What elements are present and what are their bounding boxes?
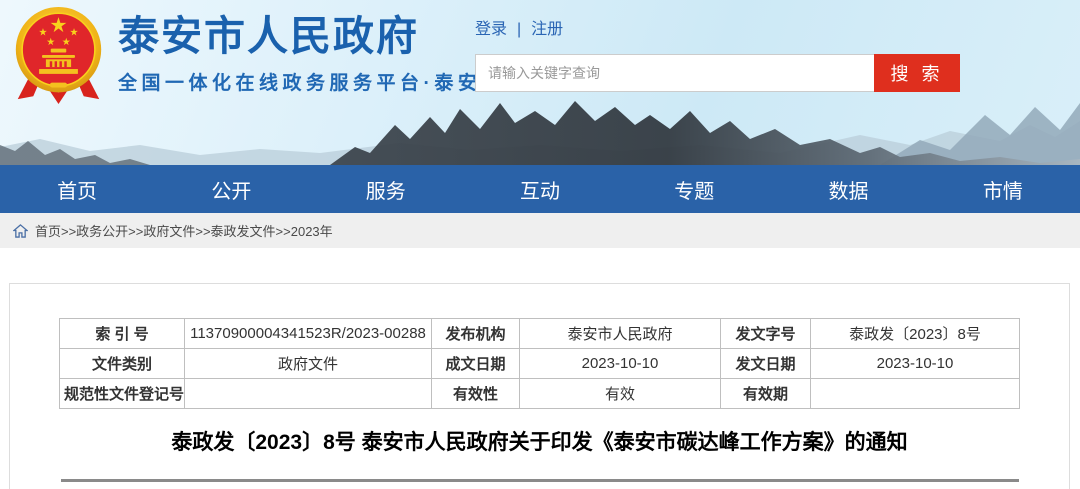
doc-info-label-registration-no: 规范性文件登记号 [60,379,185,409]
nav-item-open-gov[interactable]: 公开 [154,165,308,213]
nav-item-special-topics[interactable]: 专题 [617,165,771,213]
site-header: 泰安市人民政府 全国一体化在线政务服务平台·泰安 登录 | 注册 搜 索 [0,0,1080,165]
doc-info-value-registration-no [185,379,432,409]
register-link[interactable]: 注册 [531,21,563,38]
doc-info-value-valid-period [811,379,1020,409]
breadcrumb-path[interactable]: 首页>>政务公开>>政府文件>>泰政发文件>>2023年 [35,221,333,240]
doc-info-value-written-date: 2023-10-10 [520,349,721,379]
main-nav: 首页 公开 服务 互动 专题 数据 市情 [0,165,1080,213]
document-card: 索 引 号 11370900004341523R/2023-00288 发布机构… [9,283,1070,489]
doc-info-label-valid-period: 有效期 [721,379,811,409]
doc-info-value-issuing-org: 泰安市人民政府 [520,319,721,349]
doc-info-value-validity: 有效 [520,379,721,409]
site-subtitle: 全国一体化在线政务服务平台·泰安 [118,68,481,95]
breadcrumb: 首页>>政务公开>>政府文件>>泰政发文件>>2023年 [0,213,1080,248]
doc-info-label-doc-number: 发文字号 [721,319,811,349]
nav-item-interaction[interactable]: 互动 [463,165,617,213]
doc-info-value-doc-number: 泰政发〔2023〕8号 [811,319,1020,349]
national-emblem-icon [10,3,107,105]
home-icon[interactable] [13,224,28,238]
nav-item-data[interactable]: 数据 [771,165,925,213]
auth-links: 登录 | 注册 [475,18,965,42]
login-link[interactable]: 登录 [475,21,507,38]
doc-info-label-issuing-org: 发布机构 [432,319,520,349]
document-title: 泰政发〔2023〕8号 泰安市人民政府关于印发《泰安市碳达峰工作方案》的通知 [40,428,1040,458]
mountains-image [0,95,1080,165]
brand: 泰安市人民政府 全国一体化在线政务服务平台·泰安 [118,10,481,95]
doc-info-value-issue-date: 2023-10-10 [811,349,1020,379]
doc-info-label-issue-date: 发文日期 [721,349,811,379]
search-button[interactable]: 搜 索 [874,54,960,92]
doc-info-label-index-no: 索 引 号 [60,319,185,349]
doc-info-table: 索 引 号 11370900004341523R/2023-00288 发布机构… [59,318,1020,409]
doc-info-label-category: 文件类别 [60,349,185,379]
content-divider [61,479,1019,482]
header-right: 登录 | 注册 搜 索 [475,18,965,92]
doc-info-row: 规范性文件登记号 有效性 有效 有效期 [60,379,1020,409]
search-bar: 搜 索 [475,54,960,92]
auth-divider: | [517,21,521,38]
nav-item-services[interactable]: 服务 [309,165,463,213]
doc-info-label-written-date: 成文日期 [432,349,520,379]
search-input[interactable] [475,54,874,92]
content-area: 索 引 号 11370900004341523R/2023-00288 发布机构… [0,248,1080,489]
nav-item-city-info[interactable]: 市情 [926,165,1080,213]
nav-item-home[interactable]: 首页 [0,165,154,213]
doc-info-row: 文件类别 政府文件 成文日期 2023-10-10 发文日期 2023-10-1… [60,349,1020,379]
doc-info-label-validity: 有效性 [432,379,520,409]
doc-info-value-index-no: 11370900004341523R/2023-00288 [185,319,432,349]
page: 泰安市人民政府 全国一体化在线政务服务平台·泰安 登录 | 注册 搜 索 [0,0,1080,489]
site-title: 泰安市人民政府 [118,10,481,62]
doc-info-row: 索 引 号 11370900004341523R/2023-00288 发布机构… [60,319,1020,349]
doc-info-value-category: 政府文件 [185,349,432,379]
